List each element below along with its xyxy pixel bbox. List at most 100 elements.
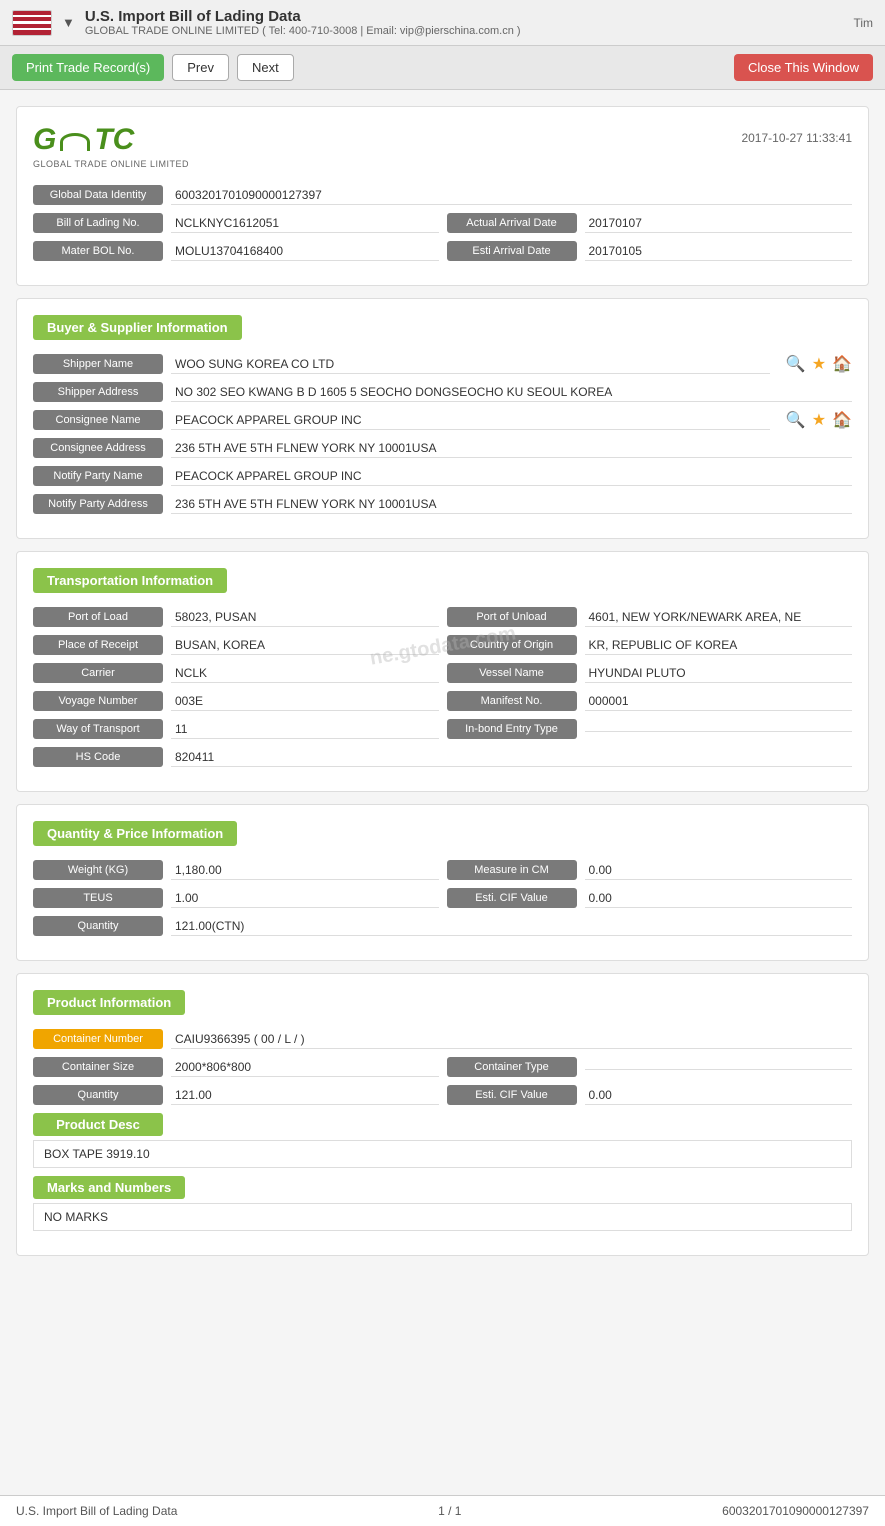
bol-col: Bill of Lading No. NCLKNYC1612051 (33, 213, 439, 233)
quantity-label: Quantity (33, 916, 163, 936)
container-type-label: Container Type (447, 1057, 577, 1077)
shipper-address-row: Shipper Address NO 302 SEO KWANG B D 160… (33, 382, 852, 402)
hscode-label: HS Code (33, 747, 163, 767)
manifest-col: Manifest No. 000001 (447, 691, 853, 711)
esti-cif-value: 0.00 (585, 889, 853, 908)
actual-arrival-label: Actual Arrival Date (447, 213, 577, 233)
vessel-value: HYUNDAI PLUTO (585, 664, 853, 683)
port-unload-col: Port of Unload 4601, NEW YORK/NEWARK ARE… (447, 607, 853, 627)
way-transport-label: Way of Transport (33, 719, 163, 739)
dropdown-arrow[interactable]: ▼ (62, 15, 75, 30)
container-type-col: Container Type (447, 1057, 853, 1077)
esti-arrival-label: Esti Arrival Date (447, 241, 577, 261)
manifest-label: Manifest No. (447, 691, 577, 711)
buyer-supplier-title: Buyer & Supplier Information (33, 315, 242, 340)
container-number-row: Container Number CAIU9366395 ( 00 / L / … (33, 1029, 852, 1049)
footer-center: 1 / 1 (438, 1504, 461, 1518)
consignee-search-icon[interactable]: 🔍 (786, 410, 806, 430)
logo-gtc: G TC (33, 123, 134, 157)
document-header-card: G TC GLOBAL TRADE ONLINE LIMITED 2017-10… (16, 106, 869, 286)
masterbol-col: Mater BOL No. MOLU13704168400 (33, 241, 439, 261)
product-cif-col: Esti. CIF Value 0.00 (447, 1085, 853, 1105)
logo-area: G TC GLOBAL TRADE ONLINE LIMITED (33, 123, 189, 169)
receipt-origin-row: Place of Receipt BUSAN, KOREA Country of… (33, 635, 852, 655)
carrier-label: Carrier (33, 663, 163, 683)
marks-numbers-label: Marks and Numbers (33, 1176, 185, 1199)
country-origin-col: Country of Origin KR, REPUBLIC OF KOREA (447, 635, 853, 655)
notify-party-address-label: Notify Party Address (33, 494, 163, 514)
port-row: Port of Load 58023, PUSAN Port of Unload… (33, 607, 852, 627)
container-number-label: Container Number (33, 1029, 163, 1049)
esti-cif-label: Esti. CIF Value (447, 888, 577, 908)
product-cif-value: 0.00 (585, 1086, 853, 1105)
shipper-name-row: Shipper Name WOO SUNG KOREA CO LTD 🔍 ★ 🏠 (33, 354, 852, 374)
product-desc-label-row: Product Desc (33, 1113, 852, 1136)
print-button[interactable]: Print Trade Record(s) (12, 54, 164, 81)
product-info-title: Product Information (33, 990, 185, 1015)
teus-value: 1.00 (171, 889, 439, 908)
next-button[interactable]: Next (237, 54, 294, 81)
consignee-address-value: 236 5TH AVE 5TH FLNEW YORK NY 10001USA (171, 439, 852, 458)
product-qty-cif-row: Quantity 121.00 Esti. CIF Value 0.00 (33, 1085, 852, 1105)
place-receipt-label: Place of Receipt (33, 635, 163, 655)
app-title: U.S. Import Bill of Lading Data (85, 8, 521, 25)
shipper-home-icon[interactable]: 🏠 (832, 354, 852, 374)
voyage-col: Voyage Number 003E (33, 691, 439, 711)
weight-col: Weight (KG) 1,180.00 (33, 860, 439, 880)
shipper-search-icon[interactable]: 🔍 (786, 354, 806, 374)
masterbol-value: MOLU13704168400 (171, 242, 439, 261)
place-receipt-col: Place of Receipt BUSAN, KOREA (33, 635, 439, 655)
port-load-label: Port of Load (33, 607, 163, 627)
transportation-title: Transportation Information (33, 568, 227, 593)
top-bar: ▼ U.S. Import Bill of Lading Data GLOBAL… (0, 0, 885, 46)
footer-bar: U.S. Import Bill of Lading Data 1 / 1 60… (0, 1495, 885, 1526)
notify-party-address-row: Notify Party Address 236 5TH AVE 5TH FLN… (33, 494, 852, 514)
notify-party-address-value: 236 5TH AVE 5TH FLNEW YORK NY 10001USA (171, 495, 852, 514)
weight-measure-row: Weight (KG) 1,180.00 Measure in CM 0.00 (33, 860, 852, 880)
manifest-value: 000001 (585, 692, 853, 711)
shipper-address-label: Shipper Address (33, 382, 163, 402)
country-origin-label: Country of Origin (447, 635, 577, 655)
bol-label: Bill of Lading No. (33, 213, 163, 233)
way-transport-value: 11 (171, 720, 439, 739)
shipper-star-icon[interactable]: ★ (812, 354, 826, 374)
consignee-home-icon[interactable]: 🏠 (832, 410, 852, 430)
inbond-col: In-bond Entry Type (447, 719, 853, 739)
consignee-star-icon[interactable]: ★ (812, 410, 826, 430)
shipper-name-value: WOO SUNG KOREA CO LTD (171, 355, 770, 374)
doc-header: G TC GLOBAL TRADE ONLINE LIMITED 2017-10… (33, 123, 852, 169)
teus-cif-row: TEUS 1.00 Esti. CIF Value 0.00 (33, 888, 852, 908)
consignee-name-value: PEACOCK APPAREL GROUP INC (171, 411, 770, 430)
close-window-button[interactable]: Close This Window (734, 54, 873, 81)
port-load-col: Port of Load 58023, PUSAN (33, 607, 439, 627)
shipper-icons: 🔍 ★ 🏠 (786, 354, 852, 374)
prev-button[interactable]: Prev (172, 54, 229, 81)
global-data-identity-value: 6003201701090000127397 (171, 186, 852, 205)
notify-party-name-row: Notify Party Name PEACOCK APPAREL GROUP … (33, 466, 852, 486)
product-desc-label: Product Desc (33, 1113, 163, 1136)
quantity-price-card: Quantity & Price Information Weight (KG)… (16, 804, 869, 961)
notify-party-name-value: PEACOCK APPAREL GROUP INC (171, 467, 852, 486)
weight-value: 1,180.00 (171, 861, 439, 880)
shipper-name-label: Shipper Name (33, 354, 163, 374)
actual-arrival-value: 20170107 (585, 214, 853, 233)
teus-label: TEUS (33, 888, 163, 908)
carrier-value: NCLK (171, 664, 439, 683)
container-size-label: Container Size (33, 1057, 163, 1077)
shipper-address-value: NO 302 SEO KWANG B D 1605 5 SEOCHO DONGS… (171, 383, 852, 402)
actual-arrival-col: Actual Arrival Date 20170107 (447, 213, 853, 233)
voyage-label: Voyage Number (33, 691, 163, 711)
notify-party-name-label: Notify Party Name (33, 466, 163, 486)
logo-subtext: GLOBAL TRADE ONLINE LIMITED (33, 159, 189, 169)
consignee-name-label: Consignee Name (33, 410, 163, 430)
consignee-icons: 🔍 ★ 🏠 (786, 410, 852, 430)
inbond-label: In-bond Entry Type (447, 719, 577, 739)
consignee-address-row: Consignee Address 236 5TH AVE 5TH FLNEW … (33, 438, 852, 458)
marks-numbers-label-row: Marks and Numbers (33, 1176, 852, 1199)
product-cif-label: Esti. CIF Value (447, 1085, 577, 1105)
logo-tc: TC (94, 123, 134, 157)
consignee-address-label: Consignee Address (33, 438, 163, 458)
port-load-value: 58023, PUSAN (171, 608, 439, 627)
container-size-col: Container Size 2000*806*800 (33, 1057, 439, 1077)
transportation-card: Transportation Information Port of Load … (16, 551, 869, 792)
